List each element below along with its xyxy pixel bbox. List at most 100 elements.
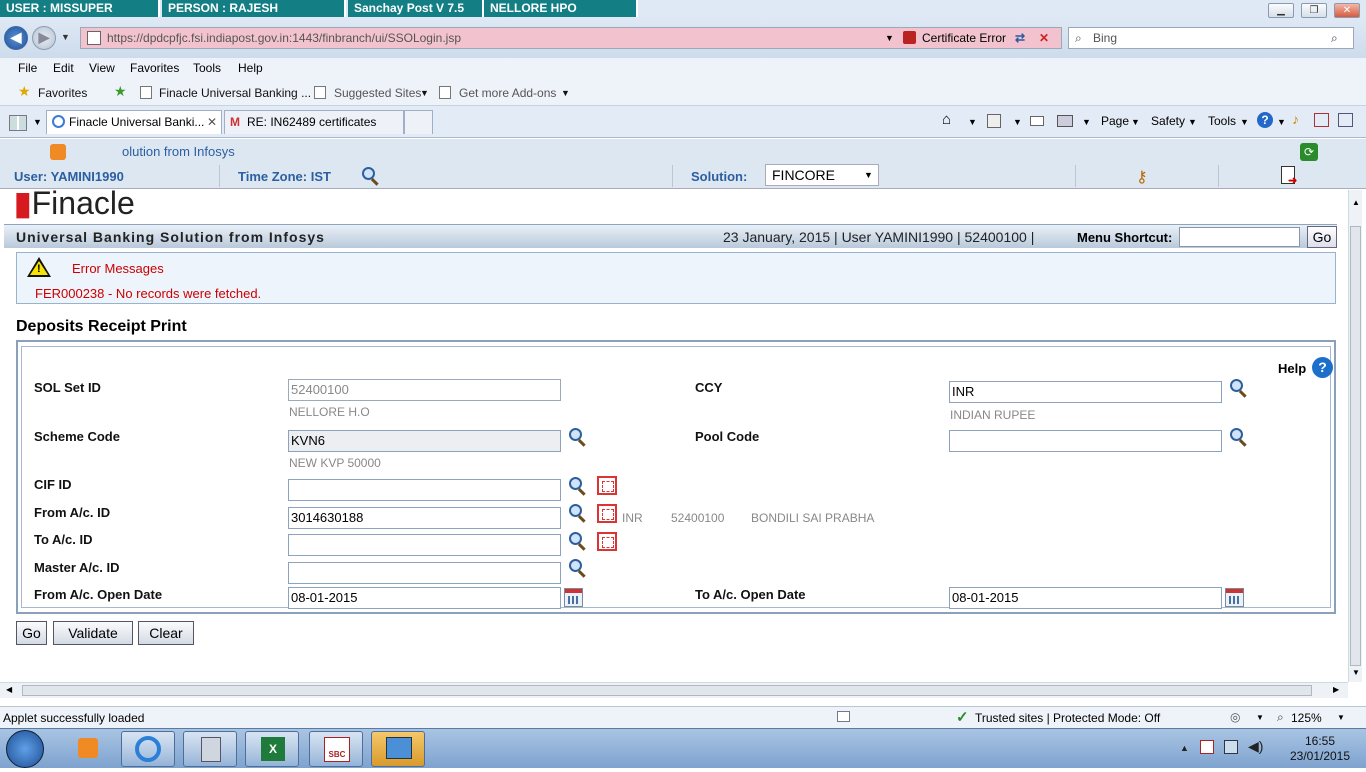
history-dropdown-icon[interactable]: ▼ (61, 32, 70, 42)
scheme-code-input[interactable]: KVN6 (288, 430, 561, 452)
research-icon[interactable]: ♪ (1292, 111, 1299, 127)
key-icon[interactable]: ⚷ (1136, 167, 1148, 187)
close-tab-icon[interactable]: ✕ (207, 111, 217, 133)
new-tab-button[interactable] (404, 110, 433, 134)
address-bar[interactable]: https://dpdcpfjc.fsi.indiapost.gov.in:14… (80, 27, 1062, 49)
search-input[interactable]: ⌕ Bing ⌕ (1068, 27, 1354, 49)
scroll-right-icon[interactable]: ▶ (1333, 685, 1339, 694)
from-open-date-calendar-icon[interactable] (564, 588, 583, 607)
taskbar-calculator[interactable] (183, 731, 237, 767)
chevron-down-icon[interactable]: ▼ (1337, 713, 1345, 722)
from-ac-id-input[interactable]: 3014630188 (288, 507, 561, 529)
menu-shortcut-input[interactable] (1179, 227, 1300, 247)
vertical-scrollbar[interactable]: ▲ ▼ (1348, 190, 1362, 682)
print-icon[interactable] (1057, 115, 1073, 127)
ccy-search-icon[interactable] (1230, 379, 1250, 399)
feeds-icon[interactable] (987, 114, 1001, 128)
menu-help[interactable]: Help (238, 61, 263, 75)
favorite-finacle[interactable]: Finacle Universal Banking ... (159, 86, 311, 100)
forward-button[interactable]: ▶ (32, 26, 56, 50)
to-open-date-input[interactable]: 08-01-2015 (949, 587, 1222, 609)
horizontal-scroll-thumb[interactable] (22, 685, 1312, 696)
url-dropdown-icon[interactable]: ▼ (885, 28, 894, 48)
maximize-button[interactable]: ❐ (1301, 3, 1327, 18)
safety-menu[interactable]: Safety (1151, 114, 1185, 128)
back-button[interactable]: ◀ (4, 26, 28, 50)
logout-icon[interactable]: ➜ (1281, 166, 1297, 187)
zoom-level[interactable]: 125% (1291, 711, 1322, 725)
tray-network-icon[interactable] (1224, 740, 1238, 754)
title-tab-user[interactable]: USER : MISSUPER (0, 0, 160, 17)
menu-favorites[interactable]: Favorites (130, 61, 179, 75)
close-window-button[interactable]: ✕ (1334, 3, 1360, 18)
chevron-down-icon[interactable]: ▼ (1188, 117, 1197, 127)
to-open-date-calendar-icon[interactable] (1225, 588, 1244, 607)
chevron-down-icon[interactable]: ▼ (1240, 117, 1249, 127)
sol-set-id-input[interactable]: 52400100 (288, 379, 561, 401)
pool-code-input[interactable] (949, 430, 1222, 452)
horizontal-scrollbar[interactable]: ◀ ▶ (0, 682, 1348, 698)
from-ac-id-search-icon[interactable] (569, 504, 589, 524)
solution-select[interactable]: FINCORE ▼ (765, 164, 879, 186)
to-ac-id-search-icon[interactable] (569, 532, 589, 552)
master-ac-id-input[interactable] (288, 562, 561, 584)
chevron-down-icon[interactable]: ▼ (1256, 713, 1264, 722)
cif-id-input[interactable] (288, 479, 561, 501)
scroll-up-icon[interactable]: ▲ (1352, 198, 1360, 207)
favorite-suggested-sites[interactable]: Suggested Sites (334, 86, 421, 100)
quick-tabs-icon[interactable] (9, 115, 27, 131)
taskbar-excel[interactable]: X (245, 731, 299, 767)
home-icon[interactable]: ⌂ (942, 111, 951, 128)
mail-icon[interactable] (1030, 116, 1044, 126)
title-tab-person[interactable]: PERSON : RAJESH (162, 0, 346, 17)
vertical-scroll-thumb[interactable] (1350, 226, 1361, 666)
tab-mail[interactable]: M RE: IN62489 certificates pri... (224, 110, 404, 151)
clear-button[interactable]: Clear (138, 621, 194, 645)
ccy-input[interactable]: INR (949, 381, 1222, 403)
search-go-icon[interactable]: ⌕ (1331, 28, 1338, 48)
page-menu[interactable]: Page (1101, 114, 1129, 128)
from-open-date-input[interactable]: 08-01-2015 (288, 587, 561, 609)
from-ac-id-multiselect-icon[interactable] (597, 504, 617, 523)
menu-tools[interactable]: Tools (193, 61, 221, 75)
go-button[interactable]: Go (16, 621, 47, 645)
help-icon[interactable]: ? (1312, 357, 1333, 378)
cif-id-search-icon[interactable] (569, 477, 589, 497)
scroll-left-icon[interactable]: ◀ (6, 685, 12, 694)
taskbar-sbc[interactable]: SBC (309, 731, 363, 767)
tab-finacle[interactable]: Finacle Universal Banki... ✕ (46, 110, 222, 134)
pool-code-search-icon[interactable] (1230, 428, 1250, 448)
menu-view[interactable]: View (89, 61, 115, 75)
tray-volume-icon[interactable]: ◀) (1248, 738, 1263, 755)
security-zone[interactable]: Trusted sites | Protected Mode: Off (975, 711, 1160, 725)
menu-file[interactable]: File (18, 61, 37, 75)
chevron-down-icon[interactable]: ▼ (561, 88, 570, 98)
validate-button[interactable]: Validate (53, 621, 133, 645)
title-tab-office[interactable]: NELLORE HPO (484, 0, 638, 17)
media-player-icon[interactable] (78, 738, 98, 758)
tray-flag-icon[interactable] (1200, 740, 1214, 754)
extension-icon[interactable] (1338, 113, 1353, 127)
onenote-icon[interactable] (1314, 113, 1329, 127)
chevron-down-icon[interactable]: ▼ (1013, 117, 1022, 127)
chevron-down-icon[interactable]: ▼ (1277, 117, 1286, 127)
cif-id-multiselect-icon[interactable] (597, 476, 617, 495)
refresh-icon[interactable]: ⟳ (1300, 143, 1318, 161)
favorite-addons[interactable]: Get more Add-ons (459, 86, 556, 100)
menu-shortcut-go-button[interactable]: Go (1307, 226, 1337, 248)
master-ac-id-search-icon[interactable] (569, 559, 589, 579)
add-favorite-icon[interactable]: ★ (114, 83, 127, 100)
tools-menu[interactable]: Tools (1208, 114, 1236, 128)
chevron-down-icon[interactable]: ▼ (420, 88, 429, 98)
help-icon[interactable]: ? (1257, 112, 1273, 128)
start-button[interactable] (6, 730, 44, 768)
menu-edit[interactable]: Edit (53, 61, 74, 75)
chevron-down-icon[interactable]: ▼ (1131, 117, 1140, 127)
favorites-button[interactable]: Favorites (38, 86, 87, 100)
chevron-down-icon[interactable]: ▼ (1082, 117, 1091, 127)
taskbar-sanchay[interactable] (371, 731, 425, 767)
title-tab-app[interactable]: Sanchay Post V 7.5 (348, 0, 484, 17)
taskbar-ie[interactable] (121, 731, 175, 767)
to-ac-id-input[interactable] (288, 534, 561, 556)
rss-icon[interactable] (50, 144, 66, 160)
